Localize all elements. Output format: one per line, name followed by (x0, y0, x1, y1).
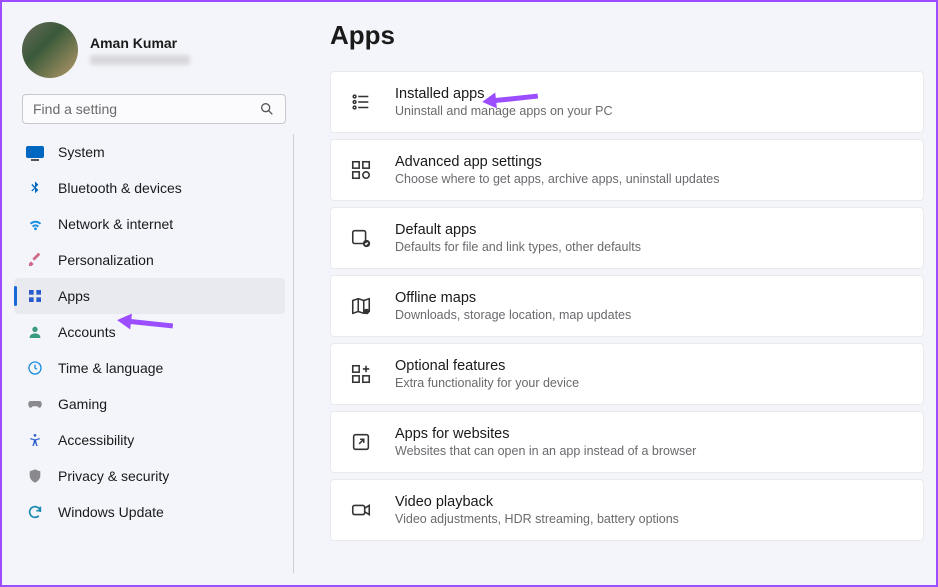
list-icon (349, 90, 373, 114)
wifi-icon (26, 215, 44, 233)
nav-label: Gaming (58, 396, 107, 412)
nav-item-time[interactable]: Time & language (14, 350, 285, 386)
nav-item-apps[interactable]: Apps (14, 278, 285, 314)
card-sub: Downloads, storage location, map updates (395, 308, 905, 322)
settings-cards: Installed apps Uninstall and manage apps… (330, 71, 930, 543)
nav-item-privacy[interactable]: Privacy & security (14, 458, 285, 494)
nav-item-system[interactable]: System (14, 134, 285, 170)
search-input[interactable] (33, 101, 259, 117)
search-icon (259, 101, 275, 117)
nav-label: Network & internet (58, 216, 173, 232)
nav-label: Personalization (58, 252, 154, 268)
nav-item-gaming[interactable]: Gaming (14, 386, 285, 422)
map-icon (349, 294, 373, 318)
card-video-playback[interactable]: Video playback Video adjustments, HDR st… (330, 479, 924, 541)
card-installed-apps[interactable]: Installed apps Uninstall and manage apps… (330, 71, 924, 133)
nav-list: System Bluetooth & devices Network & int… (14, 134, 294, 573)
shield-icon (26, 467, 44, 485)
clock-globe-icon (26, 359, 44, 377)
main-panel: Apps Installed apps Uninstall and manage… (302, 2, 936, 585)
nav-label: Accounts (58, 324, 116, 340)
card-apps-for-websites[interactable]: Apps for websites Websites that can open… (330, 411, 924, 473)
profile-name: Aman Kumar (90, 35, 190, 51)
nav-item-personalization[interactable]: Personalization (14, 242, 285, 278)
page-title: Apps (330, 20, 930, 51)
nav-label: Windows Update (58, 504, 164, 520)
profile-subline (90, 55, 190, 65)
nav-label: System (58, 144, 105, 160)
card-advanced-app-settings[interactable]: Advanced app settings Choose where to ge… (330, 139, 924, 201)
nav-label: Accessibility (58, 432, 134, 448)
card-offline-maps[interactable]: Offline maps Downloads, storage location… (330, 275, 924, 337)
card-sub: Video adjustments, HDR streaming, batter… (395, 512, 905, 526)
card-title: Advanced app settings (395, 154, 905, 170)
gamepad-icon (26, 395, 44, 413)
add-feature-icon (349, 362, 373, 386)
update-icon (26, 503, 44, 521)
apps-grid-icon (26, 287, 44, 305)
open-link-icon (349, 430, 373, 454)
nav-item-accessibility[interactable]: Accessibility (14, 422, 285, 458)
nav-item-network[interactable]: Network & internet (14, 206, 285, 242)
card-title: Video playback (395, 494, 905, 510)
card-default-apps[interactable]: Default apps Defaults for file and link … (330, 207, 924, 269)
apps-gear-icon (349, 158, 373, 182)
monitor-icon (26, 143, 44, 161)
card-sub: Choose where to get apps, archive apps, … (395, 172, 905, 186)
card-title: Apps for websites (395, 426, 905, 442)
card-optional-features[interactable]: Optional features Extra functionality fo… (330, 343, 924, 405)
nav-item-accounts[interactable]: Accounts (14, 314, 285, 350)
nav-label: Apps (58, 288, 90, 304)
app-check-icon (349, 226, 373, 250)
person-icon (26, 323, 44, 341)
card-sub: Websites that can open in an app instead… (395, 444, 905, 458)
card-sub: Uninstall and manage apps on your PC (395, 104, 905, 118)
nav-item-update[interactable]: Windows Update (14, 494, 285, 530)
card-title: Offline maps (395, 290, 905, 306)
nav-label: Time & language (58, 360, 163, 376)
nav-label: Bluetooth & devices (58, 180, 182, 196)
card-title: Installed apps (395, 86, 905, 102)
nav-label: Privacy & security (58, 468, 169, 484)
video-icon (349, 498, 373, 522)
bluetooth-icon (26, 179, 44, 197)
card-sub: Extra functionality for your device (395, 376, 905, 390)
search-input-wrapper[interactable] (22, 94, 286, 124)
nav-item-bluetooth[interactable]: Bluetooth & devices (14, 170, 285, 206)
profile-block[interactable]: Aman Kumar (14, 14, 294, 90)
card-sub: Defaults for file and link types, other … (395, 240, 905, 254)
sidebar: Aman Kumar System Bluetooth & devices Ne… (2, 2, 302, 585)
card-title: Optional features (395, 358, 905, 374)
accessibility-icon (26, 431, 44, 449)
avatar (22, 22, 78, 78)
paintbrush-icon (26, 251, 44, 269)
card-title: Default apps (395, 222, 905, 238)
